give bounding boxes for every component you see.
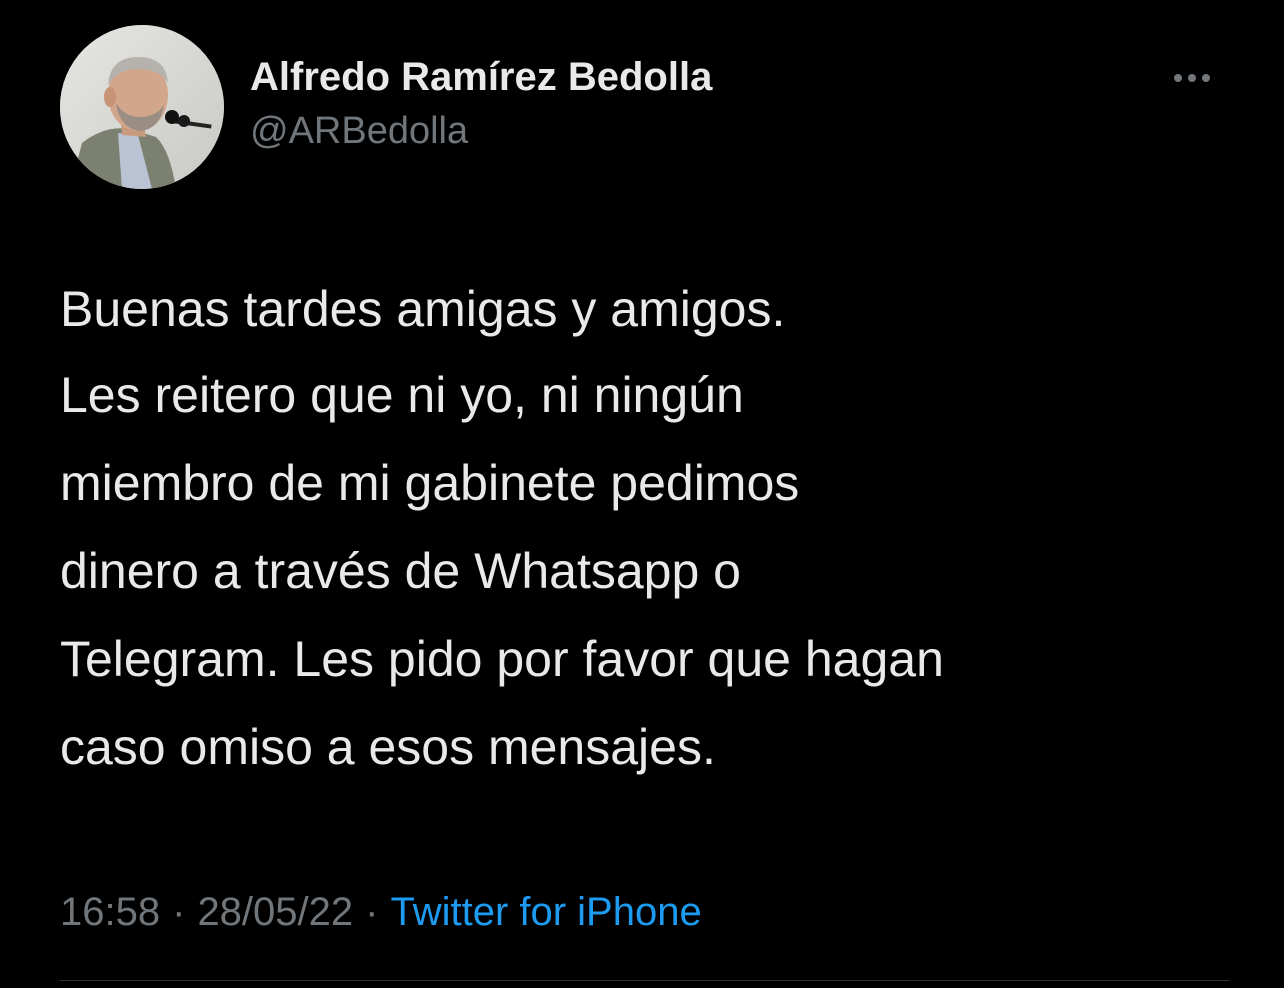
more-options-button[interactable] <box>1164 63 1220 93</box>
author-display-name[interactable]: Alfredo Ramírez Bedolla <box>250 53 712 101</box>
tweet-line: Les reitero que ni yo, ni ningún <box>60 367 744 423</box>
tweet-paragraph: Buenas tardes amigas y amigos. <box>60 265 1250 353</box>
tweet-date[interactable]: 28/05/22 <box>197 890 353 934</box>
tweet-metadata: 16:58 · 28/05/22 · Twitter for iPhone <box>60 884 702 940</box>
tweet-text: Buenas tardes amigas y amigos. Les reite… <box>60 265 1250 791</box>
more-horizontal-icon <box>1174 74 1182 82</box>
tweet-line: Buenas tardes amigas y amigos. <box>60 281 786 337</box>
tweet-line: miembro de mi gabinete pedimos <box>60 455 800 511</box>
tweet-line: dinero a través de Whatsapp o <box>60 543 741 599</box>
author-handle[interactable]: @ARBedolla <box>250 107 712 155</box>
avatar[interactable] <box>60 25 224 189</box>
tweet-header: Alfredo Ramírez Bedolla @ARBedolla <box>60 25 1230 190</box>
tweet-paragraph: Les reitero que ni yo, ni ningún miembro… <box>60 351 1250 791</box>
tweet-time[interactable]: 16:58 <box>60 890 160 934</box>
meta-separator: · <box>172 890 186 934</box>
divider <box>60 980 1230 981</box>
avatar-photo <box>60 25 224 189</box>
tweet-source-link[interactable]: Twitter for iPhone <box>390 890 701 934</box>
author-names: Alfredo Ramírez Bedolla @ARBedolla <box>250 53 712 155</box>
tweet-line: caso omiso a esos mensajes. <box>60 719 716 775</box>
more-horizontal-icon <box>1188 74 1196 82</box>
meta-separator: · <box>365 890 379 934</box>
tweet-line: Telegram. Les pido por favor que hagan <box>60 631 944 687</box>
more-horizontal-icon <box>1202 74 1210 82</box>
tweet: Alfredo Ramírez Bedolla @ARBedolla Buena… <box>0 0 1284 988</box>
